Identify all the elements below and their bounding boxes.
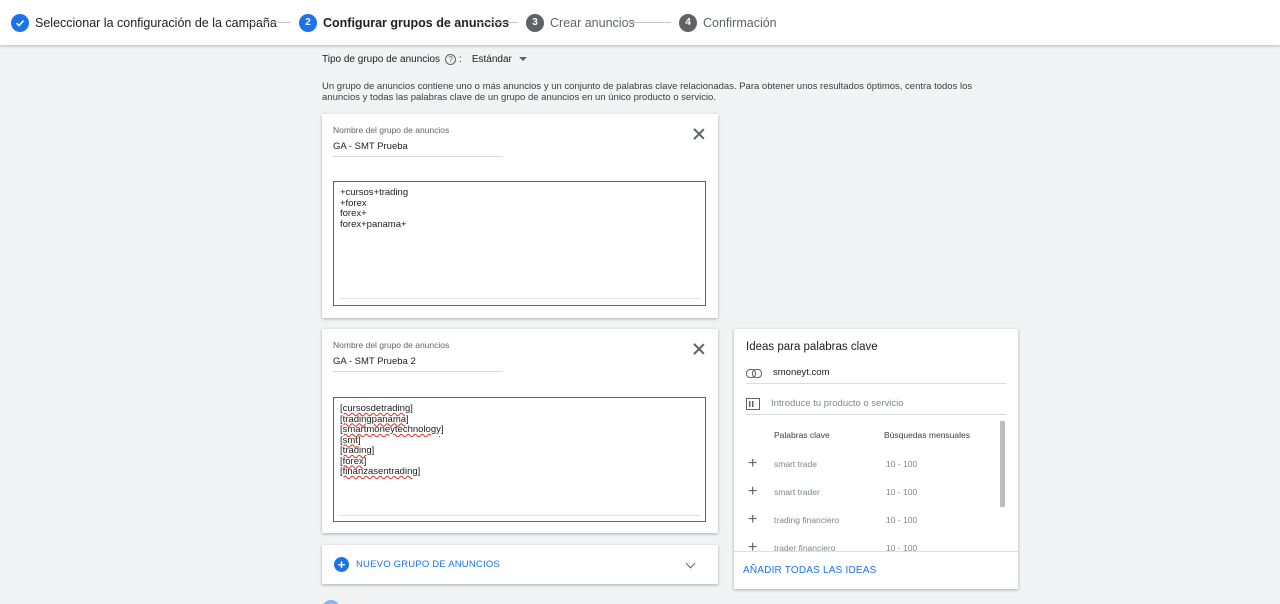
ad-group-type-select[interactable]: Estándar bbox=[472, 54, 527, 65]
ad-group-name-label: Nombre del grupo de anuncios bbox=[333, 125, 450, 135]
new-ad-group-label: NUEVO GRUPO DE ANUNCIOS bbox=[356, 559, 500, 570]
add-circle-icon[interactable] bbox=[322, 600, 340, 604]
keyword-line: [finanzasentrading] bbox=[340, 466, 421, 477]
ad-group-name-underline bbox=[333, 156, 503, 157]
keyword-line: [trading] bbox=[340, 445, 375, 456]
idea-monthly-searches: 10 - 100 bbox=[886, 459, 918, 469]
step-campaign-settings[interactable]: Seleccionar la configuración de la campa… bbox=[11, 0, 277, 45]
keyword-line: forex+ bbox=[340, 208, 367, 219]
close-icon[interactable] bbox=[691, 342, 707, 358]
step-number: 4 bbox=[679, 13, 697, 32]
column-header-keywords: Palabras clave bbox=[774, 430, 830, 440]
dropdown-arrow-icon bbox=[518, 57, 527, 61]
step-number: 2 bbox=[299, 13, 317, 32]
keywords-textarea[interactable]: +cursos+trading +forex forex+ forex+pana… bbox=[333, 181, 706, 306]
add-icon[interactable]: + bbox=[748, 455, 757, 473]
column-header-monthly-searches: Búsquedas mensuales bbox=[884, 430, 971, 440]
step-connector bbox=[476, 22, 518, 23]
product-service-placeholder: Introduce tu producto o servicio bbox=[771, 398, 904, 409]
step-label: Crear anuncios bbox=[550, 15, 635, 30]
close-icon[interactable] bbox=[691, 127, 707, 143]
keyword-line: [smartmoneytechnology] bbox=[340, 424, 444, 435]
ad-group-name-underline bbox=[333, 371, 503, 372]
ad-group-type-label: Tipo de grupo de anuncios bbox=[322, 53, 441, 65]
add-all-ideas-button[interactable]: AÑADIR TODAS LAS IDEAS bbox=[743, 565, 877, 576]
keyword-idea-row: + smart trader 10 - 100 bbox=[746, 483, 986, 503]
textarea-underline bbox=[339, 298, 700, 299]
ideas-scrollbar[interactable] bbox=[1000, 421, 1005, 507]
step-label: Confirmación bbox=[703, 15, 777, 30]
idea-monthly-searches: 10 - 100 bbox=[886, 487, 918, 497]
ad-group-card-2: Nombre del grupo de anuncios GA - SMT Pr… bbox=[322, 329, 718, 533]
idea-monthly-searches: 10 - 100 bbox=[886, 515, 918, 525]
ad-group-name-input[interactable]: GA - SMT Prueba 2 bbox=[333, 356, 416, 367]
step-create-ads[interactable]: 3 Crear anuncios bbox=[526, 0, 635, 45]
textarea-underline bbox=[339, 515, 700, 516]
ad-group-name-input[interactable]: GA - SMT Prueba bbox=[333, 141, 408, 152]
add-icon[interactable]: + bbox=[748, 483, 757, 501]
keywords-textarea[interactable]: [cursosdetrading] [tradingpanama] [smart… bbox=[333, 397, 706, 522]
chevron-down-icon[interactable] bbox=[685, 558, 696, 569]
business-icon bbox=[746, 397, 760, 410]
step-confirmation[interactable]: 4 Confirmación bbox=[679, 0, 777, 45]
website-url-value: smoneyt.com bbox=[773, 367, 830, 378]
step-connector bbox=[627, 22, 671, 23]
keyword-line: +cursos+trading bbox=[340, 187, 409, 198]
campaign-stepper: Seleccionar la configuración de la campa… bbox=[0, 0, 1280, 45]
ad-group-type-colon: : bbox=[459, 53, 462, 65]
keyword-idea-row: + smart trade 10 - 100 bbox=[746, 455, 986, 475]
ad-group-type-value: Estándar bbox=[471, 53, 512, 65]
idea-keyword: smart trade bbox=[774, 459, 817, 469]
ad-group-type-row: Tipo de grupo de anuncios ? : Estándar bbox=[322, 52, 527, 66]
idea-keyword: smart trader bbox=[774, 487, 820, 497]
product-service-input[interactable]: Introduce tu producto o servicio bbox=[746, 393, 1006, 415]
ad-group-description: Un grupo de anuncios contiene uno o más … bbox=[322, 81, 973, 103]
step-connector bbox=[247, 22, 291, 23]
link-icon bbox=[746, 368, 762, 378]
keyword-ideas-panel: Ideas para palabras clave smoneyt.com In… bbox=[734, 329, 1018, 589]
check-icon bbox=[11, 13, 29, 32]
ad-group-card-1: Nombre del grupo de anuncios GA - SMT Pr… bbox=[322, 114, 718, 318]
add-icon[interactable]: + bbox=[748, 511, 757, 529]
keyword-ideas-title: Ideas para palabras clave bbox=[746, 341, 878, 353]
idea-keyword: trading financiero bbox=[774, 515, 840, 525]
add-circle-icon: + bbox=[334, 557, 349, 572]
keywords-list: +cursos+trading +forex forex+ forex+pana… bbox=[340, 187, 409, 230]
step-number: 3 bbox=[526, 13, 544, 32]
help-icon[interactable]: ? bbox=[445, 53, 457, 65]
step-label: Seleccionar la configuración de la campa… bbox=[35, 15, 277, 30]
ad-group-name-label: Nombre del grupo de anuncios bbox=[333, 340, 450, 350]
website-url-field[interactable]: smoneyt.com bbox=[746, 362, 1006, 384]
keyword-idea-row: + trading financiero 10 - 100 bbox=[746, 511, 986, 531]
ideas-footer: AÑADIR TODAS LAS IDEAS bbox=[734, 551, 1018, 589]
new-ad-group-button[interactable]: + NUEVO GRUPO DE ANUNCIOS bbox=[322, 545, 718, 584]
keyword-line: forex+panama+ bbox=[340, 218, 407, 230]
keywords-list: [cursosdetrading] [tradingpanama] [smart… bbox=[340, 403, 444, 478]
keyword-line: [cursosdetrading] bbox=[340, 403, 413, 414]
